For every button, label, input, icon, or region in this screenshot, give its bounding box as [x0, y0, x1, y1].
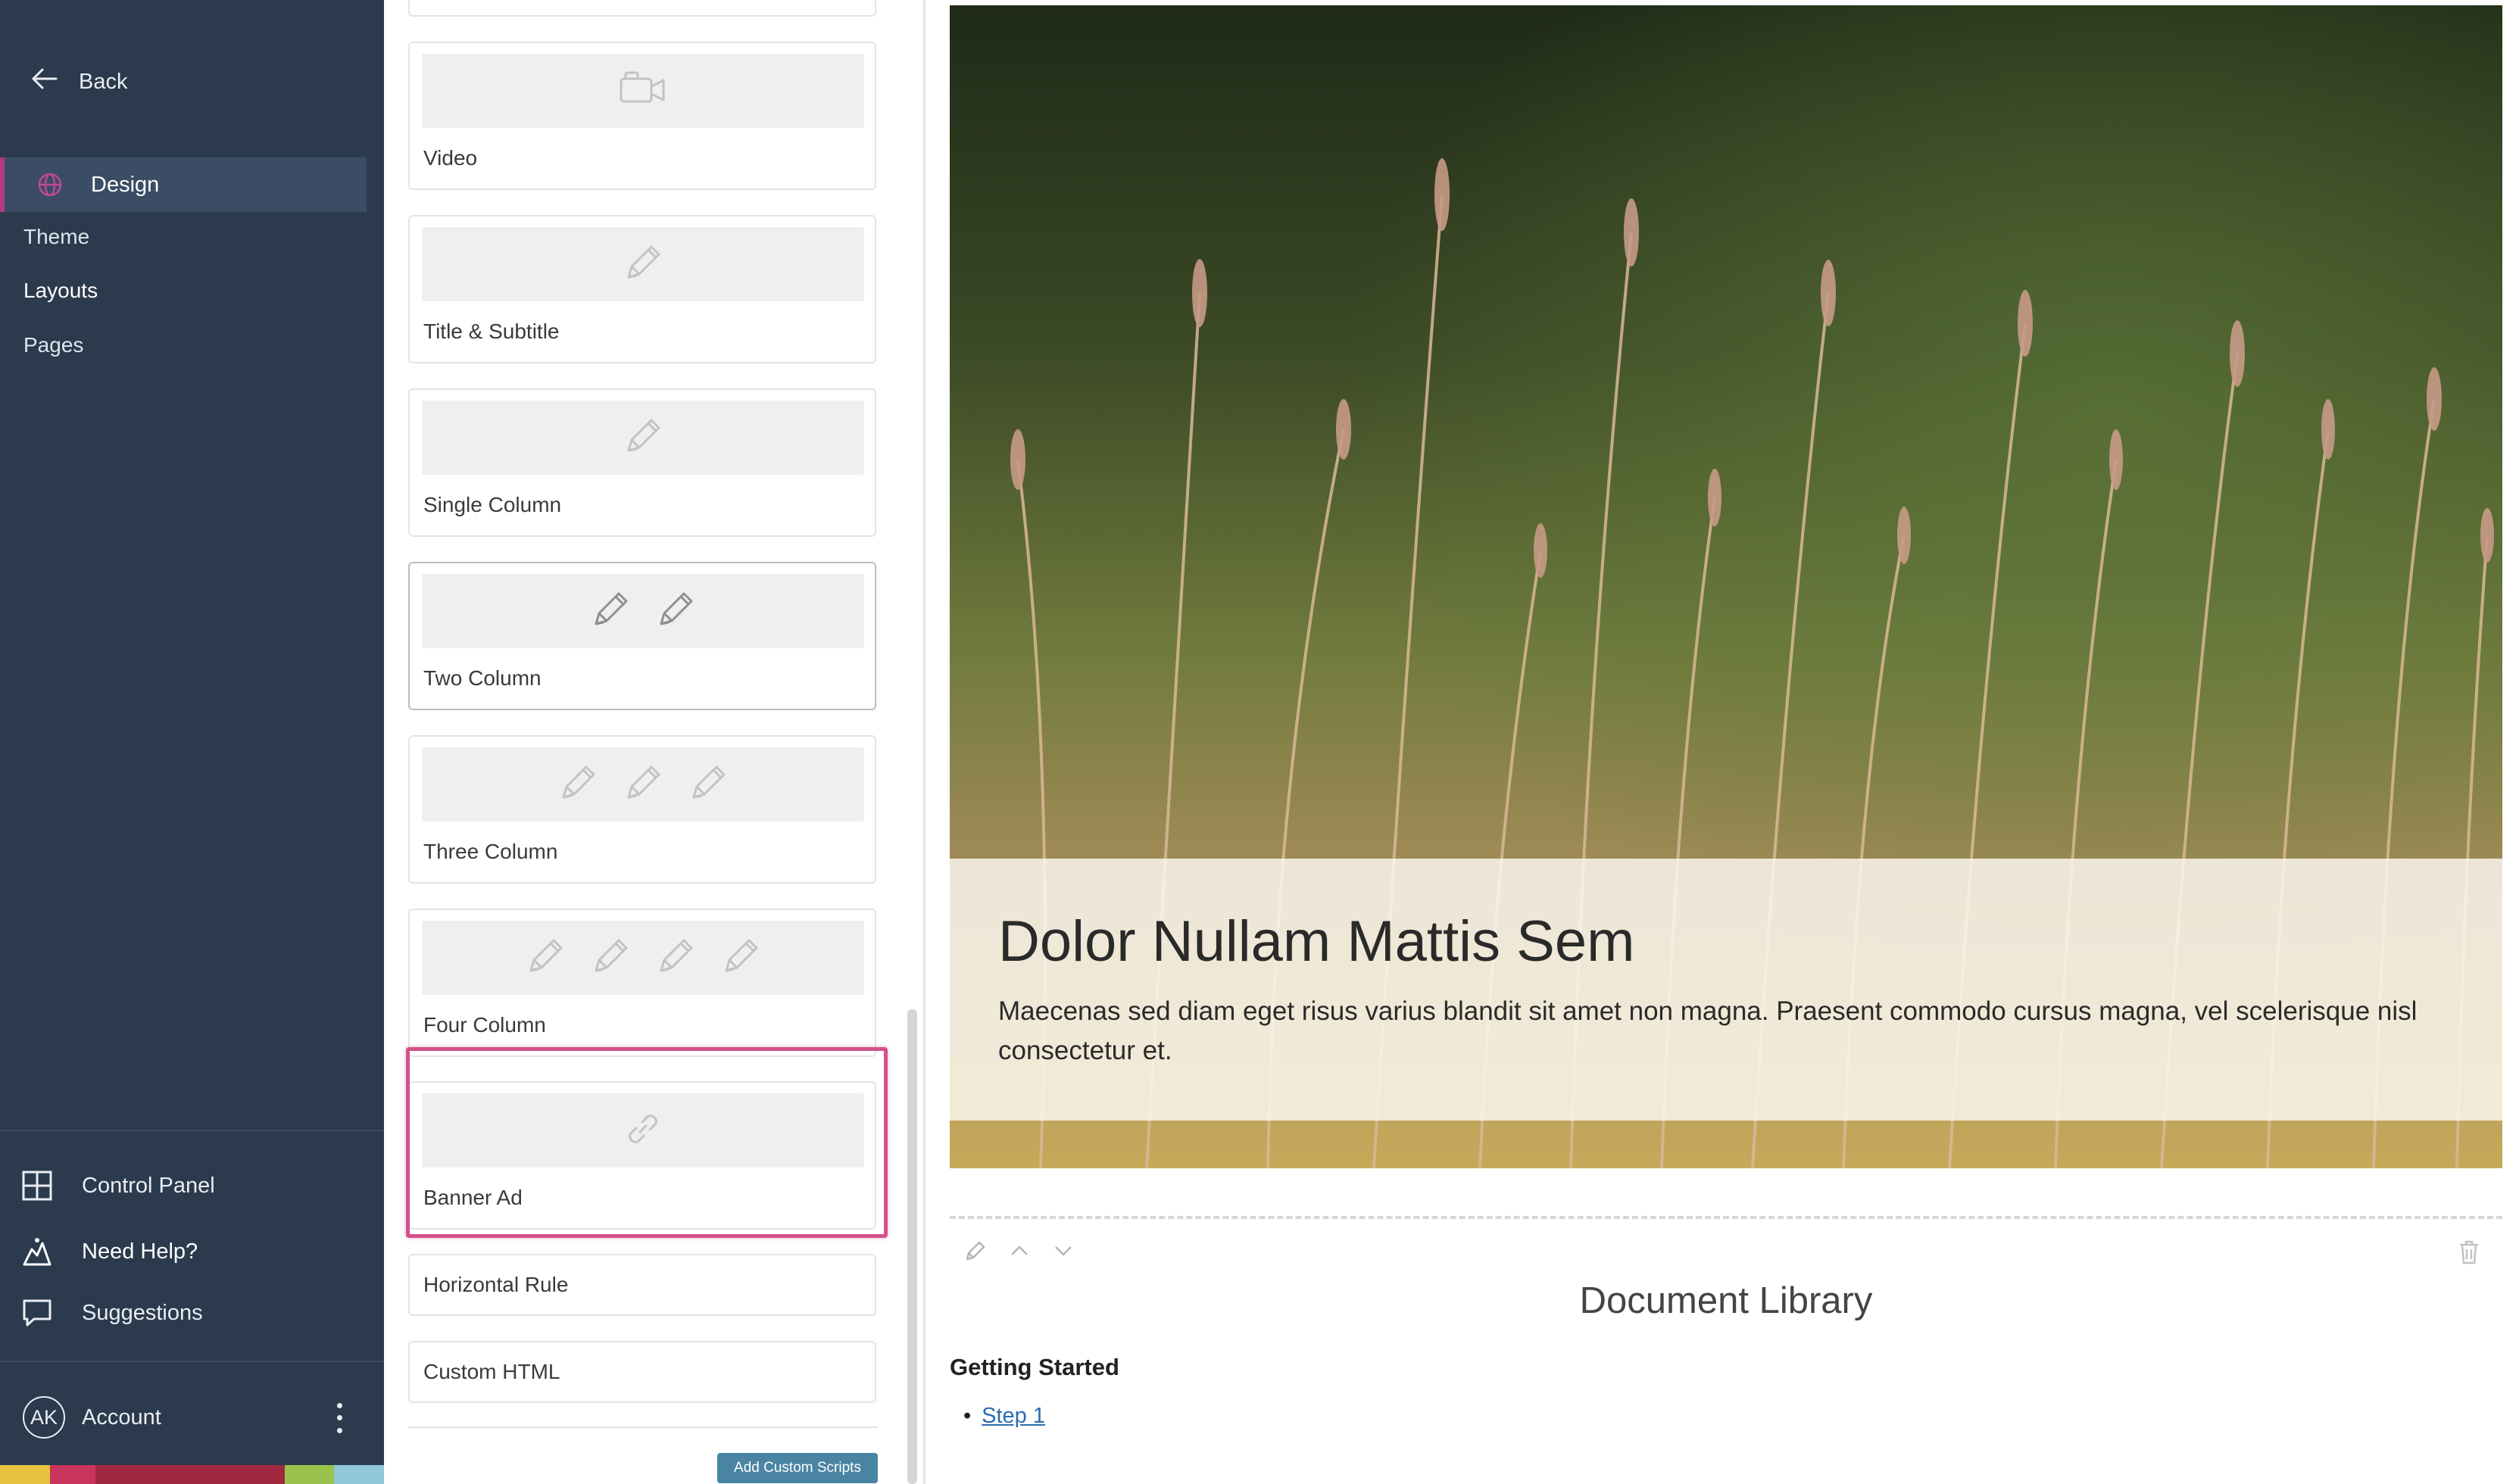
panel-scrollbar[interactable] — [907, 1009, 917, 1484]
chat-bubble-icon — [18, 1294, 56, 1332]
pencil-icon — [618, 411, 668, 465]
section-toolbar — [962, 1237, 1077, 1264]
pencil-icon — [618, 758, 668, 812]
block-thumbnail — [422, 401, 864, 475]
control-panel-link[interactable]: Control Panel — [18, 1164, 215, 1207]
avatar: AK — [23, 1396, 65, 1439]
brand-color-strip — [0, 1465, 384, 1484]
block-card-horizontal-rule[interactable]: Horizontal Rule — [408, 1254, 876, 1316]
sidebar-item-theme[interactable]: Theme — [23, 225, 89, 249]
sidebar-divider — [0, 1130, 384, 1131]
help-icon — [18, 1233, 56, 1270]
sidebar-item-design[interactable]: Design — [0, 157, 367, 212]
hero-title[interactable]: Dolor Nullam Mattis Sem — [998, 909, 1634, 974]
left-sidebar: Back Design Theme Layouts Pages Control … — [0, 0, 384, 1484]
block-label: Title & Subtitle — [423, 320, 560, 343]
more-options-icon[interactable] — [332, 1399, 347, 1437]
section-boundary — [950, 1216, 2502, 1219]
account-menu[interactable]: AK Account — [23, 1395, 161, 1440]
hero-banner[interactable]: Dolor Nullam Mattis Sem Maecenas sed dia… — [950, 5, 2502, 1168]
back-button[interactable]: Back — [30, 65, 127, 98]
account-label: Account — [82, 1404, 161, 1429]
block-card-custom-html[interactable]: Custom HTML — [408, 1341, 876, 1403]
add-custom-scripts-button[interactable]: Add Custom Scripts — [717, 1453, 878, 1483]
hero-text-overlay: Dolor Nullam Mattis Sem Maecenas sed dia… — [950, 859, 2502, 1121]
edit-pencil-icon[interactable] — [962, 1237, 989, 1264]
block-label: Two Column — [423, 666, 542, 690]
sidebar-item-design-label: Design — [91, 172, 160, 197]
block-thumbnail — [422, 574, 864, 648]
block-library-panel: Video Title & Subtitle Single Column Two… — [384, 0, 923, 1484]
list-item: • Step 1 — [963, 1404, 1045, 1429]
block-label: Four Column — [423, 1013, 546, 1037]
block-thumbnail — [422, 921, 864, 995]
pencil-icon — [585, 585, 635, 638]
sidebar-item-layouts[interactable]: Layouts — [23, 279, 98, 303]
block-label: Three Column — [423, 840, 558, 863]
arrow-left-icon — [30, 67, 58, 97]
chevron-down-icon[interactable] — [1050, 1237, 1077, 1264]
pencil-icon — [585, 931, 635, 985]
link-icon — [618, 1104, 668, 1158]
pencil-icon — [716, 931, 766, 985]
control-panel-label: Control Panel — [82, 1173, 215, 1198]
block-label: Video — [423, 146, 478, 170]
block-card-title-subtitle[interactable]: Title & Subtitle — [408, 215, 876, 363]
sidebar-divider — [0, 1361, 384, 1362]
block-card-four-column[interactable]: Four Column — [408, 909, 876, 1057]
trash-icon[interactable] — [2454, 1237, 2484, 1267]
panel-divider — [408, 1426, 878, 1428]
block-thumbnail — [422, 1093, 864, 1168]
block-card-two-column[interactable]: Two Column — [408, 562, 876, 710]
step-1-link[interactable]: Step 1 — [982, 1404, 1045, 1429]
block-thumbnail — [422, 747, 864, 822]
sidebar-item-pages[interactable]: Pages — [23, 333, 83, 357]
getting-started-heading: Getting Started — [950, 1354, 1119, 1380]
hero-subtitle[interactable]: Maecenas sed diam eget risus varius blan… — [998, 992, 2437, 1071]
suggestions-link[interactable]: Suggestions — [18, 1292, 203, 1334]
pencil-icon — [683, 758, 733, 812]
block-label: Horizontal Rule — [423, 1273, 569, 1296]
pencil-icon — [520, 931, 570, 985]
page-preview: Dolor Nullam Mattis Sem Maecenas sed dia… — [926, 0, 2519, 1484]
need-help-label: Need Help? — [82, 1239, 198, 1264]
block-card-video[interactable]: Video — [408, 42, 876, 190]
block-card-partial[interactable] — [408, 0, 876, 17]
grid-icon — [18, 1167, 56, 1205]
pencil-icon — [553, 758, 603, 812]
document-library-title: Document Library — [1579, 1280, 1873, 1321]
block-thumbnail — [422, 54, 864, 128]
pencil-icon — [618, 238, 668, 292]
block-thumbnail — [422, 227, 864, 301]
block-card-banner-ad[interactable]: Banner Ad — [408, 1081, 876, 1230]
block-label: Single Column — [423, 493, 562, 516]
pencil-icon — [651, 931, 701, 985]
chevron-up-icon[interactable] — [1006, 1237, 1033, 1264]
globe-icon — [35, 170, 65, 200]
pencil-icon — [651, 585, 701, 638]
block-card-three-column[interactable]: Three Column — [408, 735, 876, 884]
suggestions-label: Suggestions — [82, 1300, 203, 1325]
bullet: • — [963, 1404, 972, 1428]
block-card-single-column[interactable]: Single Column — [408, 388, 876, 537]
block-label: Custom HTML — [423, 1360, 560, 1383]
video-camera-icon — [618, 68, 668, 114]
need-help-link[interactable]: Need Help? — [18, 1230, 198, 1273]
block-label: Banner Ad — [423, 1186, 523, 1209]
back-label: Back — [79, 69, 128, 94]
